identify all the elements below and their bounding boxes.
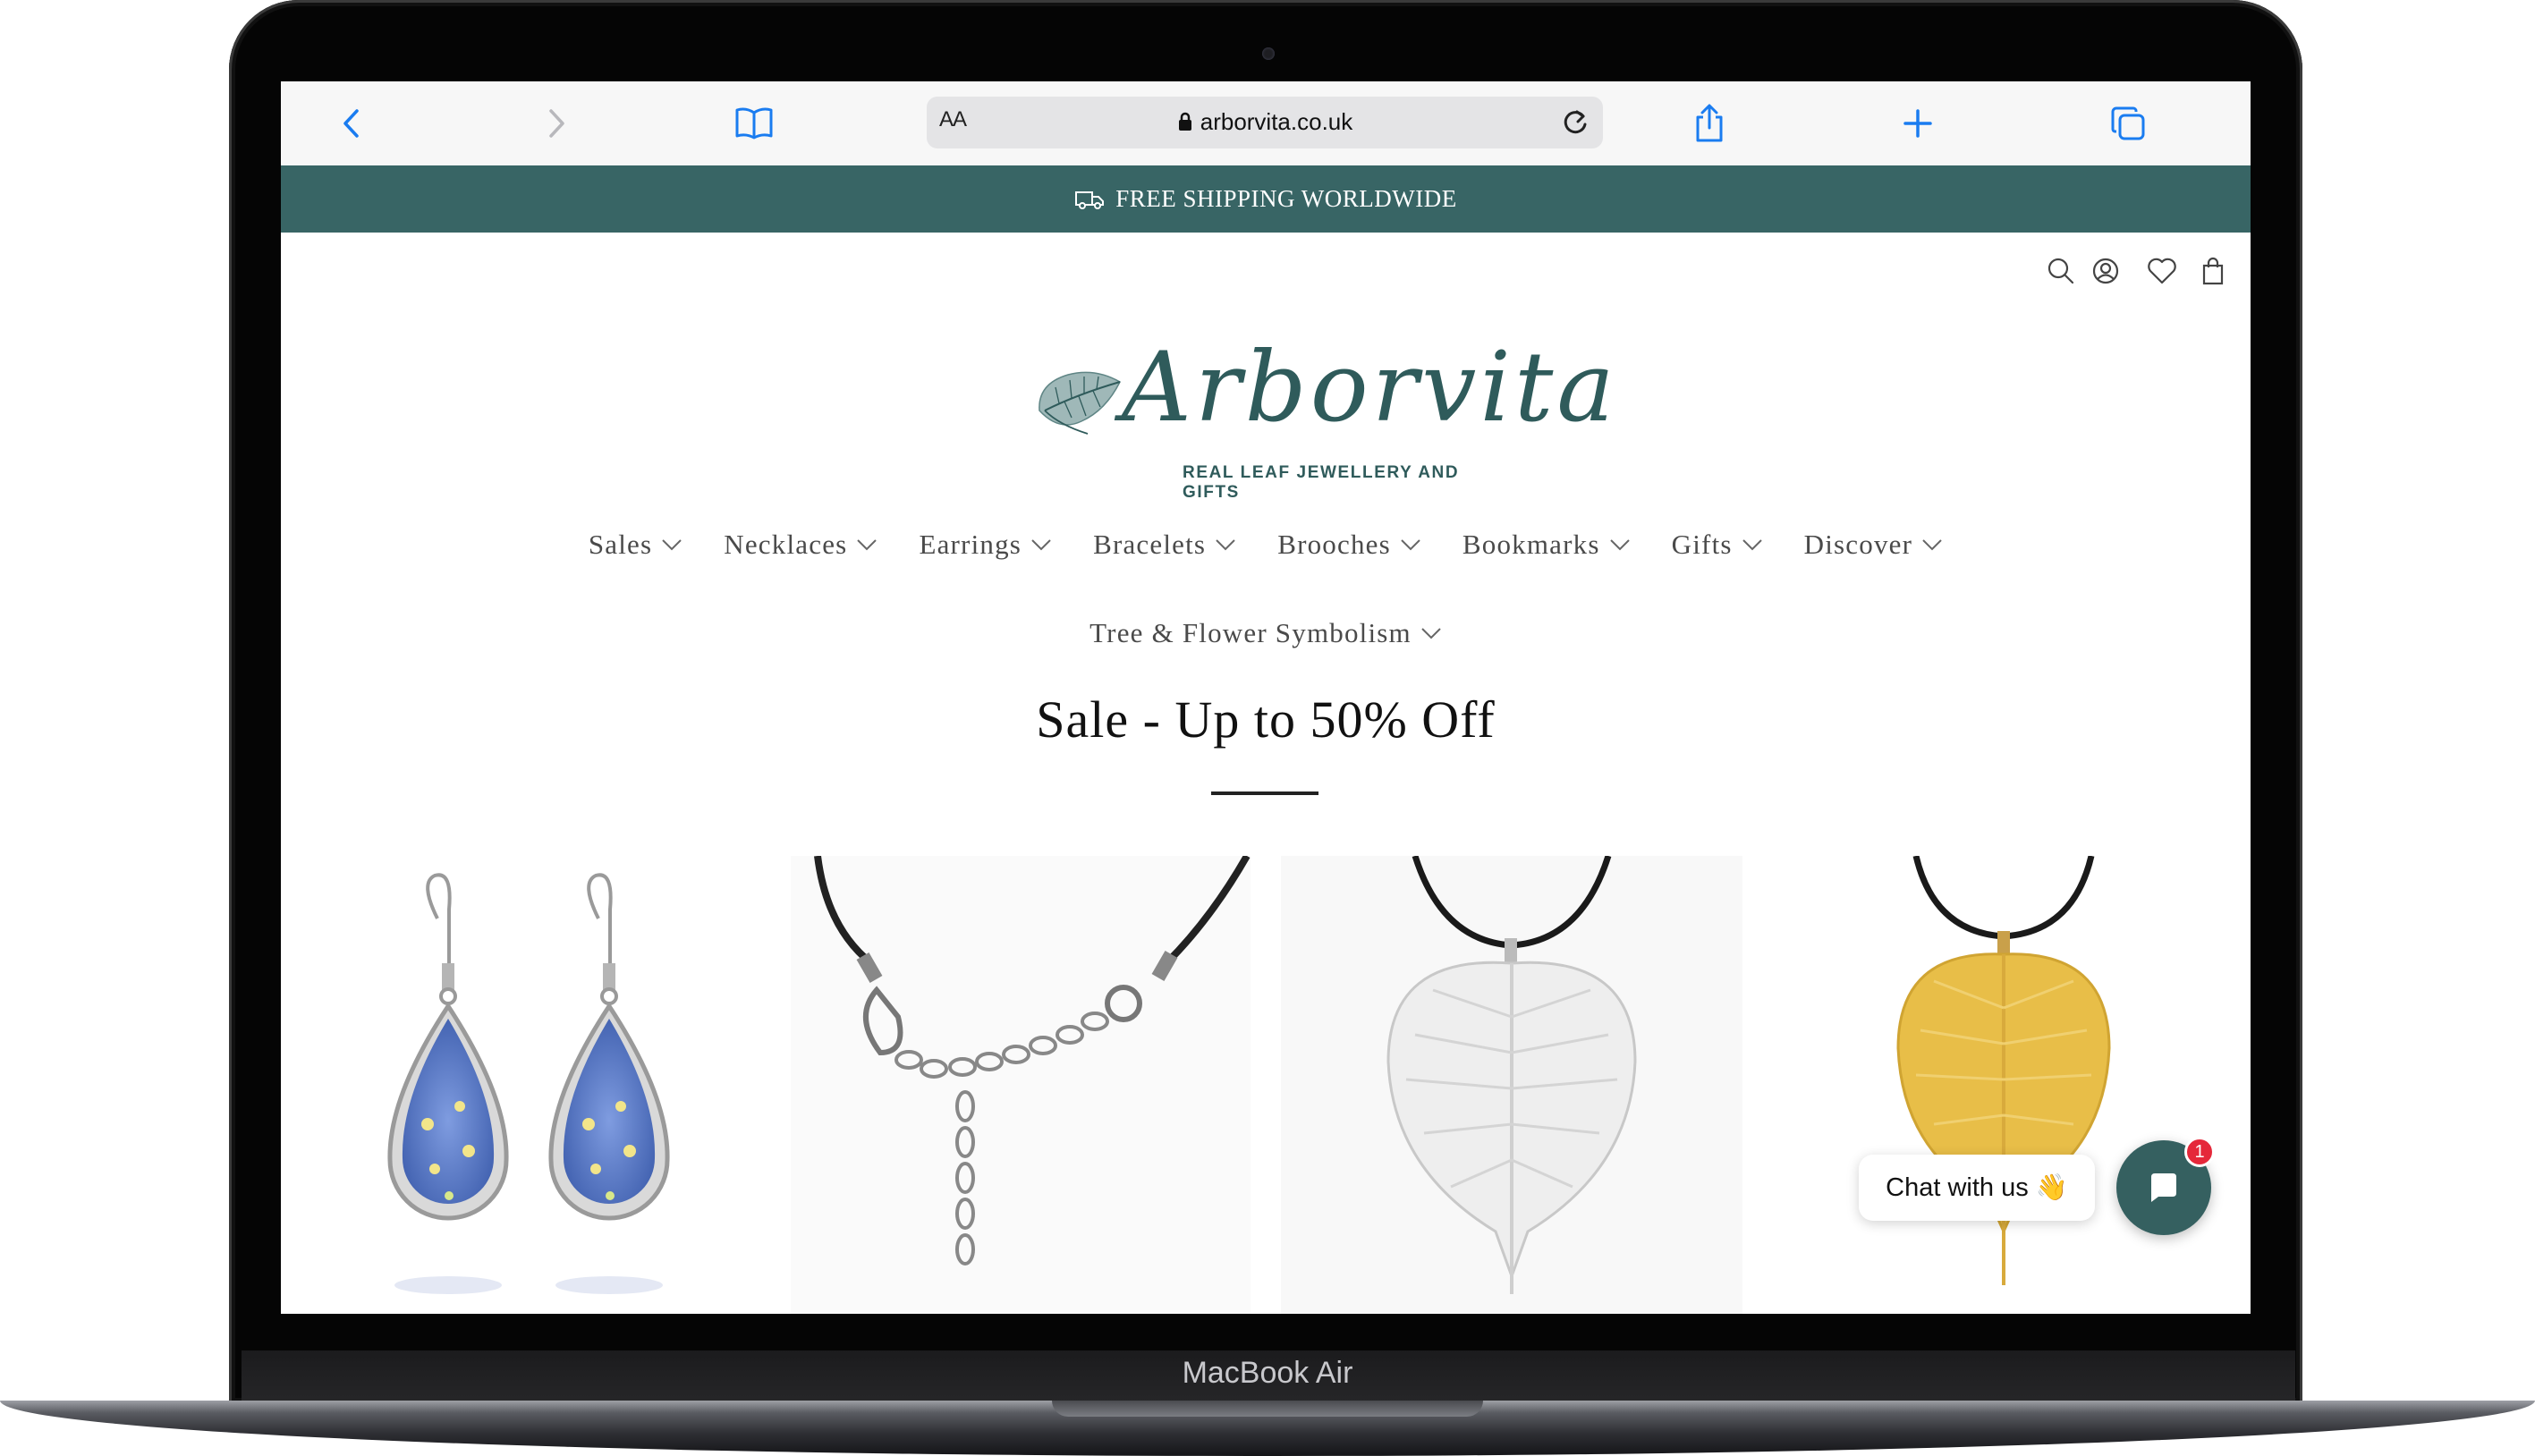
- share-icon[interactable]: [1687, 101, 1732, 146]
- chevron-down-icon: [1216, 539, 1235, 551]
- page-title: Sale - Up to 50% Off: [1036, 690, 1496, 749]
- title-divider: [1211, 791, 1318, 795]
- logo-tagline: REAL LEAF JEWELLERY AND GIFTS: [1183, 463, 1460, 502]
- chevron-down-icon: [1609, 539, 1630, 551]
- new-tab-icon[interactable]: [1895, 101, 1940, 146]
- chevron-down-icon: [1401, 539, 1420, 551]
- nav-item-discover[interactable]: Discover: [1804, 529, 1944, 561]
- wave-icon: 👋: [2035, 1173, 2068, 1202]
- site-logo[interactable]: Arborvita REAL LEAF JEWELLERY AND GIFTS: [1032, 332, 1615, 502]
- nav-item-tree-flower-symbolism[interactable]: Tree & Flower Symbolism: [1089, 617, 1442, 649]
- chain-image: [814, 856, 1251, 1266]
- tabs-icon[interactable]: [2106, 101, 2150, 146]
- nav-item-bookmarks[interactable]: Bookmarks: [1462, 529, 1631, 561]
- browser-toolbar: AA arborvita.co.uk: [281, 81, 2251, 166]
- nav-item-label: Sales: [588, 529, 653, 560]
- gold-leaf-image: [1896, 856, 2111, 1285]
- url-text: arborvita.co.uk: [1200, 108, 1353, 135]
- camera-icon: [1262, 47, 1275, 60]
- lock-icon: [1177, 111, 1193, 139]
- product-card-earrings[interactable]: [335, 856, 787, 1314]
- nav-item-label: Discover: [1803, 529, 1913, 560]
- main-nav-row-2: Tree & Flower Symbolism: [281, 617, 2251, 649]
- truck-icon: [1074, 189, 1105, 210]
- announcement-bar: FREE SHIPPING WORLDWIDE: [281, 165, 2251, 233]
- cart-icon[interactable]: [2196, 254, 2230, 288]
- chevron-down-icon: [662, 539, 682, 551]
- nav-item-label: Necklaces: [724, 529, 848, 560]
- back-icon[interactable]: [329, 101, 374, 146]
- leaf-logo-icon: [1032, 357, 1131, 442]
- nav-item-label: Bracelets: [1093, 529, 1207, 560]
- nav-item-label: Tree & Flower Symbolism: [1089, 617, 1412, 648]
- product-card-gold-leaf[interactable]: [1773, 856, 2251, 1314]
- account-icon[interactable]: [2089, 254, 2123, 288]
- search-icon[interactable]: [2044, 254, 2078, 288]
- chat-prompt[interactable]: Chat with us 👋: [1859, 1155, 2095, 1221]
- chat-label: Chat with us: [1886, 1172, 2029, 1202]
- screen: AA arborvita.co.uk FREE SHIPPING WORLDWI…: [281, 81, 2251, 1314]
- reload-icon[interactable]: [1556, 104, 1594, 141]
- laptop-hinge-notch: [1052, 1401, 1483, 1417]
- nav-item-bracelets[interactable]: Bracelets: [1093, 529, 1236, 561]
- silver-leaf-image: [1386, 856, 1637, 1294]
- chat-unread-badge: 1: [2184, 1137, 2215, 1167]
- chat-icon: [2151, 1173, 2176, 1202]
- nav-item-sales[interactable]: Sales: [589, 529, 682, 561]
- chevron-down-icon: [1922, 539, 1942, 551]
- chevron-down-icon: [857, 539, 878, 551]
- address-bar[interactable]: AA arborvita.co.uk: [927, 97, 1603, 148]
- main-nav: Sales Necklaces Earrings Bracelets Brooc…: [281, 529, 2251, 561]
- nav-item-label: Gifts: [1671, 529, 1733, 560]
- chevron-down-icon: [1031, 539, 1051, 551]
- wishlist-icon[interactable]: [2145, 254, 2179, 288]
- device-model-label: MacBook Air: [1182, 1356, 1353, 1390]
- nav-item-necklaces[interactable]: Necklaces: [724, 529, 878, 561]
- forward-icon[interactable]: [534, 101, 579, 146]
- nav-item-earrings[interactable]: Earrings: [919, 529, 1052, 561]
- nav-item-label: Earrings: [919, 529, 1022, 560]
- nav-item-brooches[interactable]: Brooches: [1277, 529, 1421, 561]
- bookmarks-icon[interactable]: [732, 101, 776, 146]
- product-card-extension-chain[interactable]: [791, 856, 1251, 1314]
- nav-item-label: Brooches: [1277, 529, 1391, 560]
- nav-item-gifts[interactable]: Gifts: [1672, 529, 1763, 561]
- announcement-text: FREE SHIPPING WORLDWIDE: [1115, 185, 1457, 212]
- nav-item-label: Bookmarks: [1462, 529, 1600, 560]
- logo-wordmark: Arborvita: [1122, 332, 1618, 444]
- product-card-silver-leaf[interactable]: [1281, 856, 1742, 1314]
- chevron-down-icon: [1421, 628, 1441, 639]
- earrings-image: [387, 873, 670, 1294]
- chevron-down-icon: [1742, 539, 1762, 551]
